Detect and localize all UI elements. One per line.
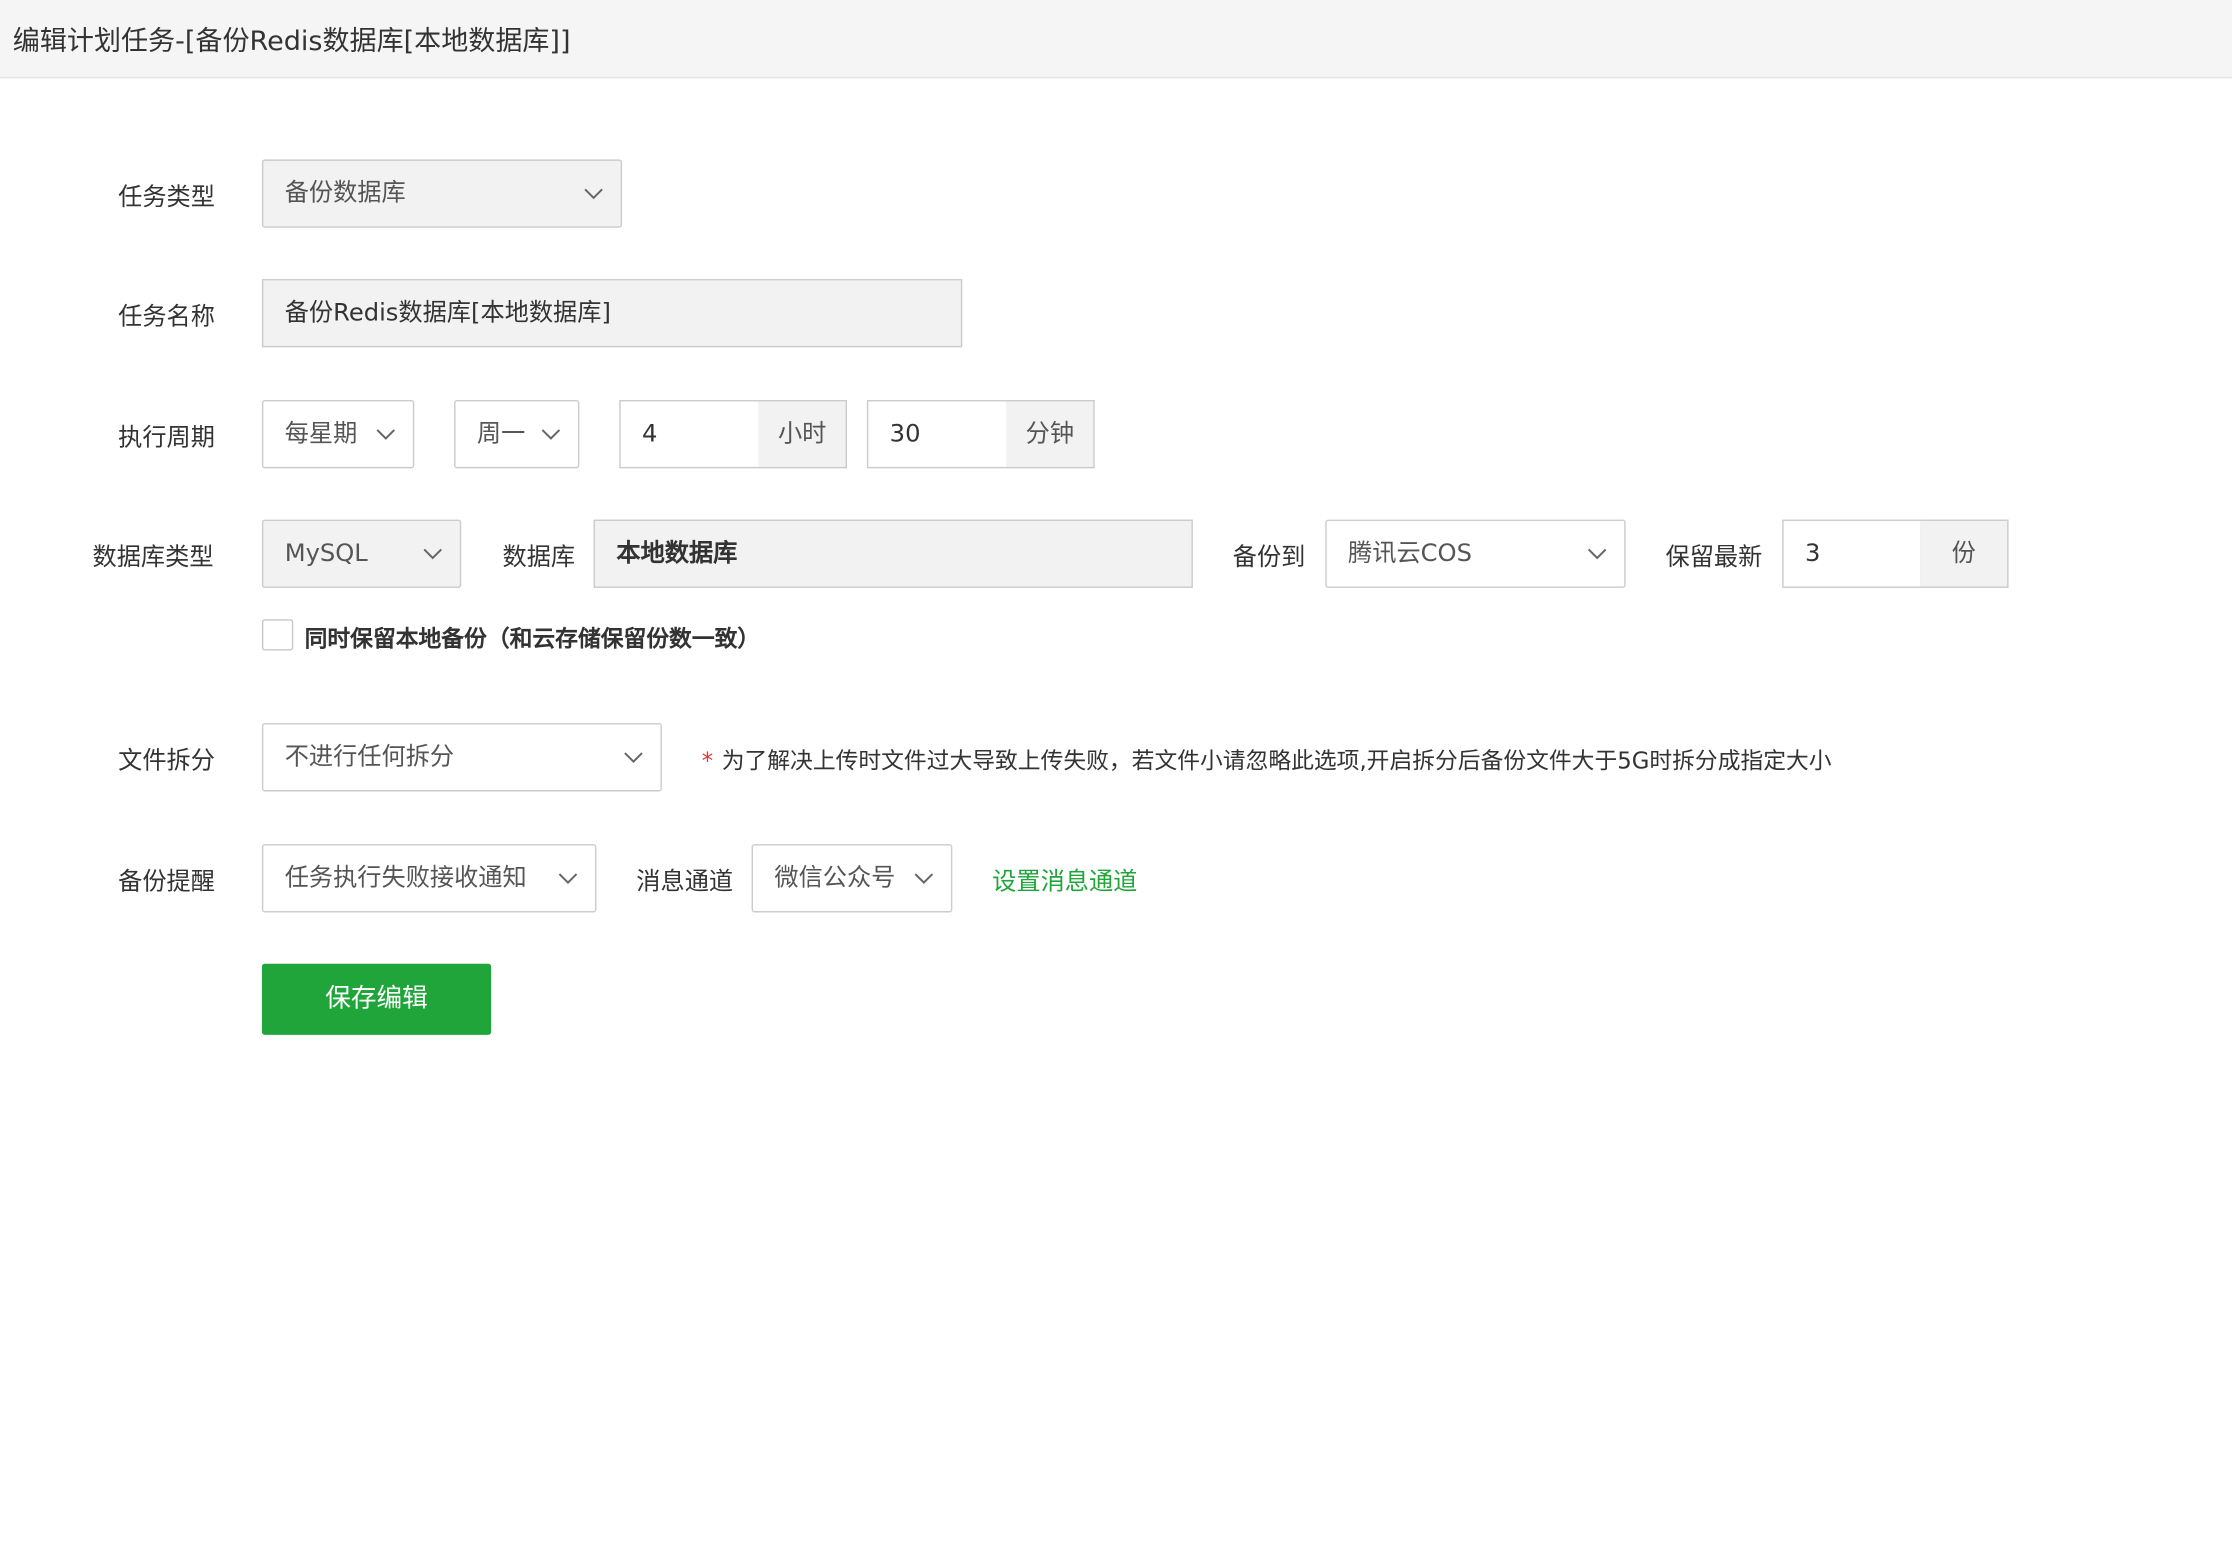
- save-button[interactable]: 保存编辑: [261, 963, 492, 1035]
- cycle-weekday-select[interactable]: 周一: [454, 400, 580, 469]
- cycle-minute-input[interactable]: 30: [866, 400, 1008, 469]
- keep-latest-label: 保留最新: [1665, 543, 1763, 573]
- chevron-down-icon: [1587, 544, 1607, 564]
- task-name-label: 任务名称: [118, 303, 215, 332]
- task-type-value: 备份数据库: [284, 179, 406, 208]
- dialog-header: 编辑计划任务-[备份Redis数据库[本地数据库]]: [0, 0, 2232, 79]
- chevron-down-icon: [376, 424, 396, 444]
- db-type-label: 数据库类型: [92, 543, 214, 573]
- cycle-label: 执行周期: [118, 424, 215, 453]
- set-channel-link[interactable]: 设置消息通道: [992, 861, 1137, 896]
- cycle-hour-unit: 小时: [758, 400, 847, 469]
- channel-value: 微信公众号: [774, 864, 896, 893]
- backup-to-label: 备份到: [1232, 543, 1306, 573]
- keep-latest-unit: 份: [1920, 519, 2009, 588]
- dialog-title: 编辑计划任务-[备份Redis数据库[本地数据库]]: [12, 25, 571, 57]
- channel-select[interactable]: 微信公众号: [751, 844, 953, 913]
- channel-label: 消息通道: [636, 868, 734, 897]
- chevron-down-icon: [558, 868, 578, 888]
- cycle-period-value: 每星期: [284, 419, 358, 449]
- backup-to-select[interactable]: 腾讯云COS: [1325, 519, 1626, 588]
- task-name-input[interactable]: 备份Redis数据库[本地数据库]: [261, 279, 963, 348]
- keep-latest-input[interactable]: 3: [1782, 519, 1922, 588]
- split-hint-text: 为了解决上传时文件过大导致上传失败，若文件小请忽略此选项,开启拆分后备份文件大于…: [721, 747, 1832, 775]
- split-hint: * 为了解决上传时文件过大导致上传失败，若文件小请忽略此选项,开启拆分后备份文件大…: [702, 742, 1832, 776]
- chevron-down-icon: [584, 184, 604, 204]
- keep-local-backup-label[interactable]: 同时保留本地备份（和云存储保留份数一致）: [305, 619, 761, 653]
- task-type-label: 任务类型: [118, 183, 215, 213]
- db-label: 数据库: [502, 543, 576, 573]
- chevron-down-icon: [623, 747, 643, 767]
- chevron-down-icon: [541, 424, 561, 444]
- edit-cron-task-page: 编辑计划任务-[备份Redis数据库[本地数据库]] 任务类型 备份数据库 任务…: [0, 0, 2232, 1557]
- notify-label: 备份提醒: [118, 868, 215, 897]
- db-type-value: MySQL: [284, 539, 368, 568]
- cycle-minute-unit: 分钟: [1006, 400, 1095, 469]
- task-type-select[interactable]: 备份数据库: [261, 159, 623, 228]
- notify-value: 任务执行失败接收通知: [284, 864, 527, 893]
- chevron-down-icon: [914, 868, 934, 888]
- split-select[interactable]: 不进行任何拆分: [261, 723, 662, 792]
- backup-to-value: 腾讯云COS: [1348, 539, 1472, 568]
- cycle-weekday-value: 周一: [476, 419, 526, 449]
- split-label: 文件拆分: [118, 747, 215, 776]
- notify-select[interactable]: 任务执行失败接收通知: [261, 844, 597, 913]
- keep-local-backup-checkbox[interactable]: [261, 619, 294, 651]
- chevron-down-icon: [423, 544, 443, 564]
- cycle-hour-input[interactable]: 4: [619, 400, 761, 469]
- split-value: 不进行任何拆分: [284, 743, 455, 772]
- db-input[interactable]: 本地数据库: [593, 519, 1193, 588]
- db-type-select[interactable]: MySQL: [261, 519, 462, 588]
- cycle-period-select[interactable]: 每星期: [261, 400, 415, 469]
- required-star: *: [701, 747, 714, 775]
